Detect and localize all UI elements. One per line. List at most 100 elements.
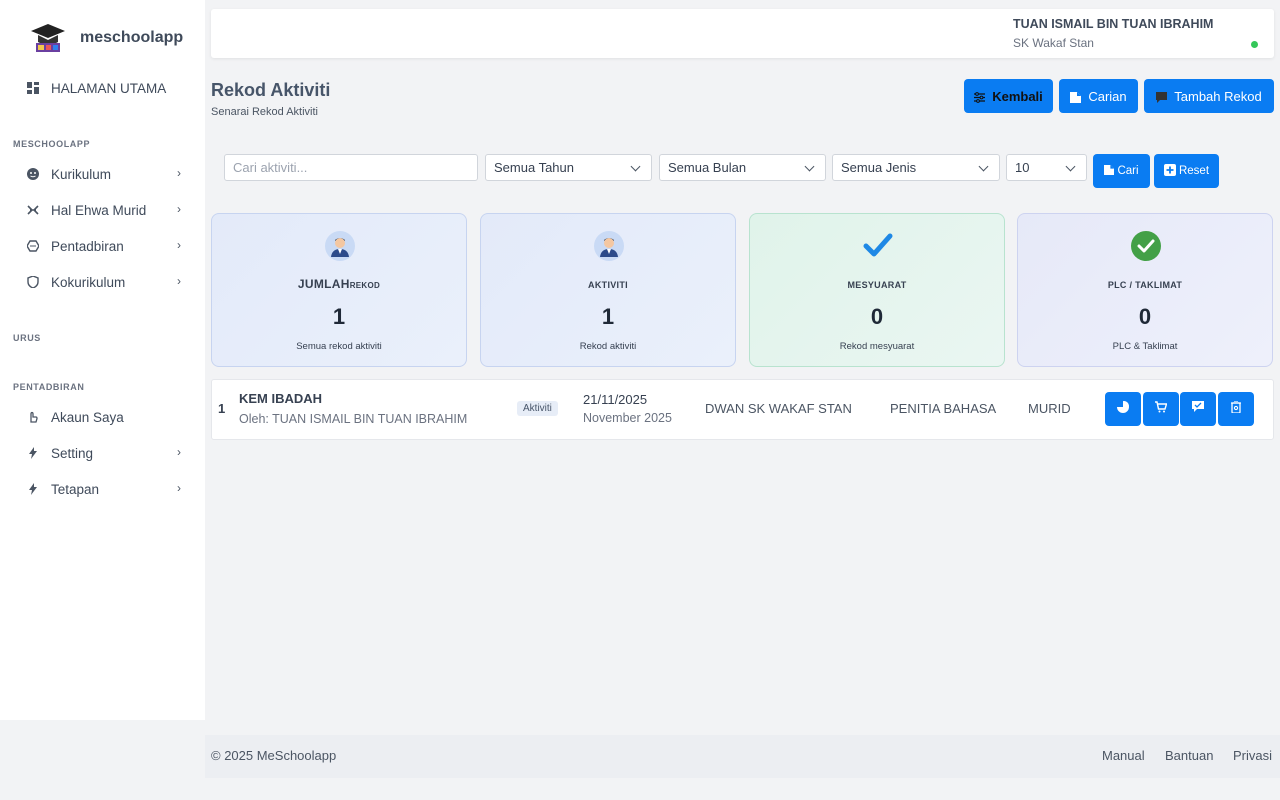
plus-square-icon bbox=[1163, 163, 1176, 179]
per-page-select[interactable]: 10 bbox=[1006, 154, 1087, 181]
month-select[interactable]: Semua Bulan bbox=[659, 154, 826, 181]
chevron-right-icon: › bbox=[177, 445, 181, 459]
footer: © 2025 MeSchoolapp Manual Bantuan Privas… bbox=[205, 735, 1280, 778]
chevron-right-icon: › bbox=[177, 202, 181, 216]
shield-icon bbox=[27, 276, 39, 288]
note-icon bbox=[1104, 164, 1115, 178]
bolt-icon bbox=[27, 447, 39, 459]
comment-check-icon bbox=[1192, 400, 1204, 418]
record-committee: PENITIA BAHASA bbox=[890, 401, 997, 416]
hexagon-icon bbox=[27, 240, 39, 252]
sidebar-item-label: Akaun Saya bbox=[51, 409, 124, 425]
footer-copyright: © 2025 MeSchoolapp bbox=[211, 748, 337, 763]
section-label-meschoolapp: MESCHOOLAPP bbox=[13, 139, 91, 149]
cart-icon bbox=[1155, 400, 1168, 418]
stat-value: 1 bbox=[601, 304, 615, 329]
trash-icon bbox=[1231, 400, 1241, 418]
search-input[interactable] bbox=[224, 154, 478, 181]
table-row[interactable]: 1 KEM IBADAH Oleh: TUAN ISMAIL BIN TUAN … bbox=[211, 379, 1274, 440]
stat-card-meeting: MESYUARAT 0 Rekod mesyuarat bbox=[749, 213, 1005, 367]
chevron-down-icon bbox=[1065, 161, 1076, 172]
app-logo[interactable]: meschoolapp bbox=[30, 22, 183, 54]
user-avatar-icon bbox=[324, 230, 356, 262]
sidebar-item-label: Kurikulum bbox=[51, 166, 112, 182]
stat-desc: Semua rekod aktiviti bbox=[296, 341, 382, 352]
stat-label: PLC / TAKLIMAT bbox=[1107, 280, 1183, 290]
sidebar-item-kokurikulum[interactable]: Kokurikulum › bbox=[0, 264, 205, 300]
back-button[interactable]: Kembali bbox=[964, 79, 1053, 113]
stat-value: 1 bbox=[332, 304, 346, 329]
code-icon bbox=[27, 204, 39, 216]
stat-card-total: JUMLAHREKOD 1 Semua rekod aktiviti bbox=[211, 213, 467, 367]
chevron-down-icon bbox=[804, 161, 815, 172]
stat-value: 0 bbox=[1138, 304, 1152, 329]
year-select[interactable]: Semua Tahun bbox=[485, 154, 652, 181]
page-title: Rekod Aktiviti bbox=[211, 80, 331, 100]
record-month: November 2025 bbox=[583, 411, 672, 425]
sliders-icon bbox=[974, 91, 986, 103]
checkmark-icon bbox=[862, 230, 894, 262]
smiley-icon bbox=[27, 168, 39, 180]
footer-link-bantuan[interactable]: Bantuan bbox=[1165, 748, 1213, 763]
per-page-select-value: 10 bbox=[1015, 160, 1030, 175]
footer-link-privasi[interactable]: Privasi bbox=[1233, 748, 1272, 763]
graduation-cap-icon bbox=[30, 22, 66, 54]
reset-button-label: Reset bbox=[1178, 165, 1210, 177]
user-school: SK Wakaf Stan bbox=[1013, 36, 1094, 50]
user-avatar-icon bbox=[593, 230, 625, 262]
sidebar-item-hal-ehwa-murid[interactable]: Hal Ehwa Murid › bbox=[0, 192, 205, 228]
chevron-right-icon: › bbox=[177, 166, 181, 180]
year-select-value: Semua Tahun bbox=[494, 160, 574, 175]
view-chart-button[interactable] bbox=[1105, 392, 1141, 426]
sidebar: meschoolapp HALAMAN UTAMA MESCHOOLAPP Ku… bbox=[0, 0, 205, 720]
back-button-label: Kembali bbox=[992, 88, 1043, 104]
row-number: 1 bbox=[218, 401, 226, 416]
section-label-pentadbiran: PENTADBIRAN bbox=[13, 382, 85, 392]
add-record-button-label: Tambah Rekod bbox=[1174, 88, 1262, 104]
check-circle-icon bbox=[1130, 230, 1162, 262]
chevron-right-icon: › bbox=[177, 238, 181, 252]
type-select-value: Semua Jenis bbox=[841, 160, 917, 175]
chevron-right-icon: › bbox=[177, 481, 181, 495]
stat-label: JUMLAHREKOD bbox=[297, 277, 381, 291]
stat-value: 0 bbox=[870, 304, 884, 329]
note-icon bbox=[1070, 91, 1082, 103]
sidebar-item-setting[interactable]: Setting › bbox=[0, 435, 205, 471]
stat-card-plc: PLC / TAKLIMAT 0 PLC & Taklimat bbox=[1017, 213, 1273, 367]
stat-label: MESYUARAT bbox=[847, 280, 907, 290]
sidebar-item-home[interactable]: HALAMAN UTAMA bbox=[0, 70, 205, 106]
add-record-button[interactable]: Tambah Rekod bbox=[1144, 79, 1274, 113]
type-select[interactable]: Semua Jenis bbox=[832, 154, 1000, 181]
app-name: meschoolapp bbox=[80, 29, 184, 46]
reset-button[interactable]: Reset bbox=[1154, 154, 1219, 188]
chat-icon bbox=[1156, 91, 1168, 103]
stat-desc: PLC & Taklimat bbox=[1112, 341, 1178, 352]
search-button[interactable]: Carian bbox=[1059, 79, 1138, 113]
page-subtitle: Senarai Rekod Aktiviti bbox=[211, 106, 318, 118]
record-title[interactable]: KEM IBADAH bbox=[239, 391, 322, 406]
chevron-down-icon bbox=[978, 161, 989, 172]
user-name[interactable]: TUAN ISMAIL BIN TUAN IBRAHIM bbox=[1013, 17, 1213, 31]
record-venue: DWAN SK WAKAF STAN bbox=[705, 401, 852, 416]
filter-search-button-label: Cari bbox=[1117, 165, 1139, 177]
sidebar-item-akaun-saya[interactable]: Akaun Saya bbox=[0, 399, 205, 435]
sidebar-item-kurikulum[interactable]: Kurikulum › bbox=[0, 156, 205, 192]
stat-label: AKTIVITI bbox=[588, 280, 628, 290]
bolt-icon bbox=[27, 483, 39, 495]
sidebar-item-pentadbiran[interactable]: Pentadbiran › bbox=[0, 228, 205, 264]
comment-button[interactable] bbox=[1180, 392, 1216, 426]
cart-button[interactable] bbox=[1143, 392, 1179, 426]
search-button-label: Carian bbox=[1088, 88, 1127, 104]
sidebar-item-label: Tetapan bbox=[51, 481, 100, 497]
top-bar: TUAN ISMAIL BIN TUAN IBRAHIM SK Wakaf St… bbox=[211, 9, 1274, 58]
sidebar-item-label: Kokurikulum bbox=[51, 274, 126, 290]
section-label-urus: URUS bbox=[13, 333, 41, 343]
filter-search-button[interactable]: Cari bbox=[1093, 154, 1150, 188]
footer-link-manual[interactable]: Manual bbox=[1102, 748, 1145, 763]
sidebar-item-label: Hal Ehwa Murid bbox=[51, 202, 147, 218]
online-status-dot bbox=[1251, 41, 1258, 48]
grid-icon bbox=[27, 82, 39, 94]
sidebar-item-tetapan[interactable]: Tetapan › bbox=[0, 471, 205, 507]
month-select-value: Semua Bulan bbox=[668, 160, 747, 175]
delete-button[interactable] bbox=[1218, 392, 1254, 426]
